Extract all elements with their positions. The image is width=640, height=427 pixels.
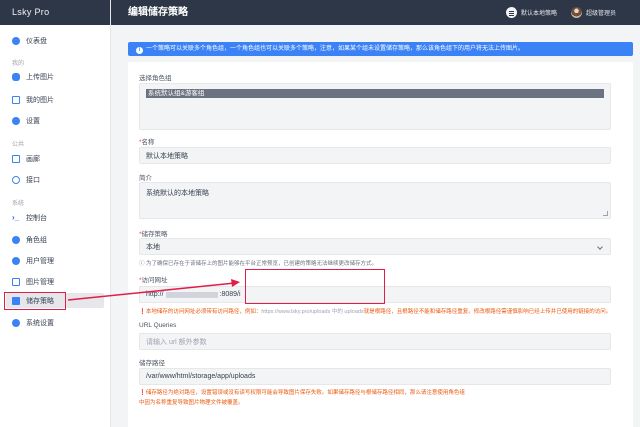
annotation-arrow	[67, 279, 240, 301]
